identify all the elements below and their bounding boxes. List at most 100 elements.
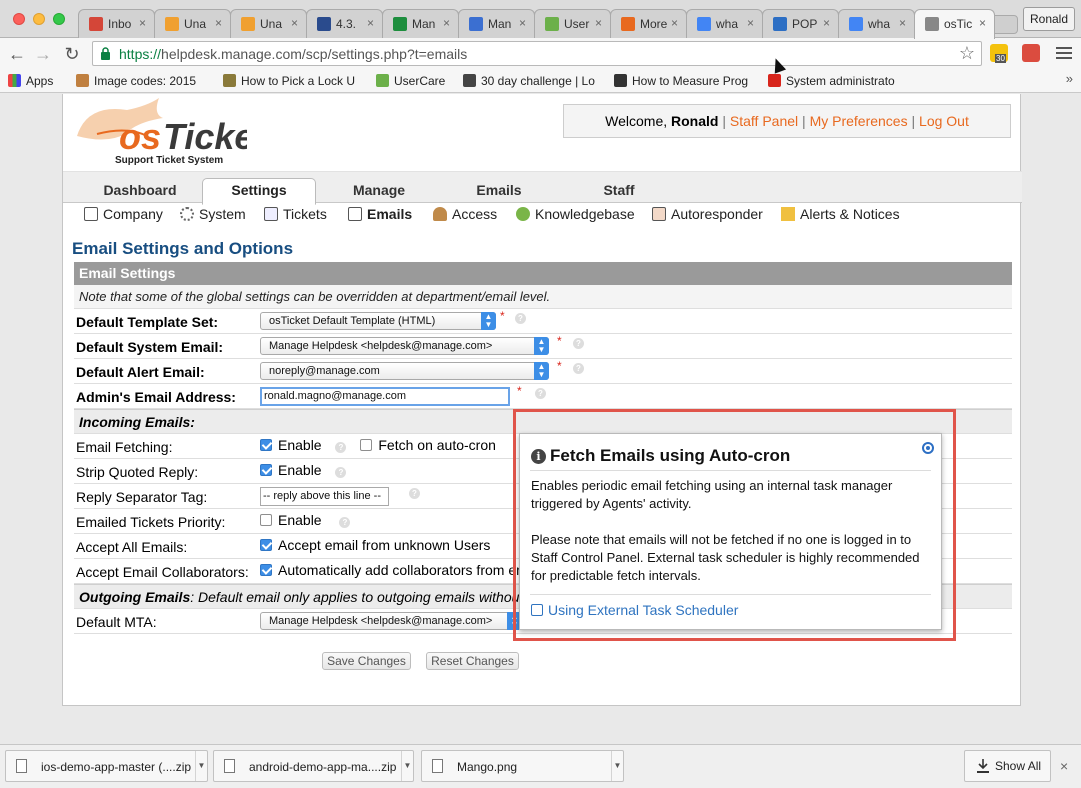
minimize-window-button[interactable]: [33, 13, 45, 25]
browser-tab[interactable]: 4.3. ×: [306, 9, 383, 38]
auto-collaborators-checkbox[interactable]: [260, 564, 272, 576]
tab-close-icon[interactable]: ×: [979, 16, 986, 30]
download-item[interactable]: android-demo-app-ma....zip ▼: [213, 750, 414, 782]
subnav-emails[interactable]: Emails: [348, 206, 412, 222]
profile-button[interactable]: Ronald: [1023, 7, 1075, 31]
system-email-select[interactable]: Manage Helpdesk <helpdesk@manage.com> ▲ ▼: [260, 337, 549, 355]
chevron-down-icon[interactable]: ▼: [611, 751, 623, 781]
tab-close-icon[interactable]: ×: [899, 16, 906, 30]
help-icon[interactable]: ?: [335, 467, 347, 478]
tab-close-icon[interactable]: ×: [747, 16, 754, 30]
browser-tab[interactable]: POP ×: [762, 9, 839, 38]
subnav-access[interactable]: Access: [433, 206, 497, 222]
bookmark-usercare[interactable]: UserCare: [376, 74, 445, 88]
chrome-menu-icon[interactable]: [1056, 44, 1072, 62]
extension-icon[interactable]: 30: [990, 44, 1008, 63]
subnav-alerts-notices[interactable]: Alerts & Notices: [781, 206, 900, 222]
staff-panel-link[interactable]: Staff Panel: [730, 113, 798, 129]
tab-close-icon[interactable]: ×: [367, 16, 374, 30]
help-icon[interactable]: ?: [535, 388, 546, 399]
tab-settings[interactable]: Settings: [202, 178, 316, 205]
back-arrow-icon[interactable]: ←: [6, 43, 28, 65]
reply-separator-input[interactable]: -- reply above this line --: [260, 487, 389, 506]
log-out-link[interactable]: Log Out: [919, 113, 969, 129]
tab-manage[interactable]: Manage: [322, 179, 436, 204]
fetch-autocron-checkbox[interactable]: [360, 439, 373, 451]
forward-arrow-icon[interactable]: →: [32, 43, 54, 65]
svg-text:os: os: [119, 116, 161, 157]
tickets-icon: [264, 207, 278, 221]
main-nav: Dashboard Settings Manage Emails Staff: [63, 171, 1022, 205]
bookmark-apps[interactable]: Apps: [8, 74, 53, 88]
accept-unknown-checkbox[interactable]: [260, 539, 272, 551]
save-changes-button[interactable]: Save Changes: [322, 652, 411, 670]
chevron-down-icon[interactable]: ▼: [401, 751, 413, 781]
browser-tab[interactable]: Una ×: [230, 9, 307, 38]
my-preferences-link[interactable]: My Preferences: [810, 113, 908, 129]
tab-close-icon[interactable]: ×: [139, 16, 146, 30]
tab-staff[interactable]: Staff: [562, 179, 676, 204]
subnav-autoresponder[interactable]: Autoresponder: [652, 206, 763, 222]
fetching-enable-checkbox[interactable]: [260, 439, 272, 451]
tab-close-icon[interactable]: ×: [671, 16, 678, 30]
tab-close-icon[interactable]: ×: [291, 16, 298, 30]
tab-close-icon[interactable]: ×: [215, 16, 222, 30]
close-icon[interactable]: [922, 442, 934, 454]
tab-emails[interactable]: Emails: [442, 179, 556, 204]
more-bookmarks-button[interactable]: »: [1066, 71, 1073, 86]
bookmark-measure[interactable]: How to Measure Prog: [614, 74, 752, 88]
browser-tab[interactable]: More ×: [610, 9, 687, 38]
help-icon[interactable]: ?: [515, 313, 526, 324]
admin-email-input[interactable]: ronald.magno@manage.com: [260, 387, 510, 406]
browser-tab[interactable]: Man ×: [458, 9, 535, 38]
browser-tab[interactable]: Man ×: [382, 9, 459, 38]
subnav-knowledgebase[interactable]: Knowledgebase: [516, 206, 635, 222]
file-icon: [224, 759, 235, 773]
tab-close-icon[interactable]: ×: [519, 16, 526, 30]
tab-dashboard[interactable]: Dashboard: [83, 179, 197, 204]
reset-changes-button[interactable]: Reset Changes: [426, 652, 519, 670]
zoom-window-button[interactable]: [53, 13, 65, 25]
browser-tab[interactable]: User ×: [534, 9, 611, 38]
bookmark-star-icon[interactable]: ☆: [959, 43, 975, 64]
address-bar[interactable]: https://helpdesk.manage.com/scp/settings…: [92, 41, 982, 66]
osticket-logo[interactable]: os Ticket Support Ticket System: [67, 96, 247, 166]
help-icon[interactable]: ?: [339, 517, 351, 528]
show-all-downloads-button[interactable]: Show All: [964, 750, 1051, 782]
download-item[interactable]: Mango.png ▼: [421, 750, 624, 782]
alerts-icon: [781, 207, 795, 221]
chevron-down-icon[interactable]: ▼: [195, 751, 207, 781]
bookmark-30-day[interactable]: 30 day challenge | Lo: [463, 74, 598, 88]
browser-tab[interactable]: Una ×: [154, 9, 231, 38]
priority-enable-checkbox[interactable]: [260, 514, 272, 526]
browser-tab[interactable]: wha ×: [686, 9, 763, 38]
help-icon[interactable]: ?: [409, 488, 420, 499]
help-icon[interactable]: ?: [573, 363, 584, 374]
download-item[interactable]: ios-demo-app-master (....zip ▼: [5, 750, 208, 782]
tab-close-icon[interactable]: ×: [823, 16, 830, 30]
external-link-icon: [531, 604, 543, 616]
help-icon[interactable]: ?: [335, 442, 347, 453]
tab-close-icon[interactable]: ×: [595, 16, 602, 30]
default-mta-select[interactable]: Manage Helpdesk <helpdesk@manage.com> ▲ ▼: [260, 612, 522, 630]
tab-close-icon[interactable]: ×: [443, 16, 450, 30]
subnav-company[interactable]: Company: [84, 206, 163, 222]
alert-email-select[interactable]: noreply@manage.com ▲ ▼: [260, 362, 549, 380]
external-scheduler-link[interactable]: Using External Task Scheduler: [531, 602, 738, 618]
todoist-extension-icon[interactable]: [1022, 44, 1040, 62]
template-select[interactable]: osTicket Default Template (HTML) ▲ ▼: [260, 312, 496, 330]
close-window-button[interactable]: [13, 13, 25, 25]
subnav-system[interactable]: System: [180, 206, 246, 222]
reload-icon[interactable]: ↻: [61, 43, 83, 65]
browser-tab[interactable]: wha ×: [838, 9, 915, 38]
close-icon[interactable]: ×: [1060, 758, 1068, 774]
subnav-tickets[interactable]: Tickets: [264, 206, 327, 222]
bookmark-sysadmin[interactable]: System administrato: [768, 74, 903, 88]
bookmark-image-codes[interactable]: Image codes: 2015: [76, 74, 206, 88]
browser-tab[interactable]: osTic ×: [914, 9, 995, 39]
field-label: Default Template Set:: [76, 314, 219, 330]
bookmark-pick-lock[interactable]: How to Pick a Lock U: [223, 74, 358, 88]
browser-tab[interactable]: Inbo ×: [78, 9, 155, 38]
strip-enable-checkbox[interactable]: [260, 464, 272, 476]
help-icon[interactable]: ?: [573, 338, 584, 349]
